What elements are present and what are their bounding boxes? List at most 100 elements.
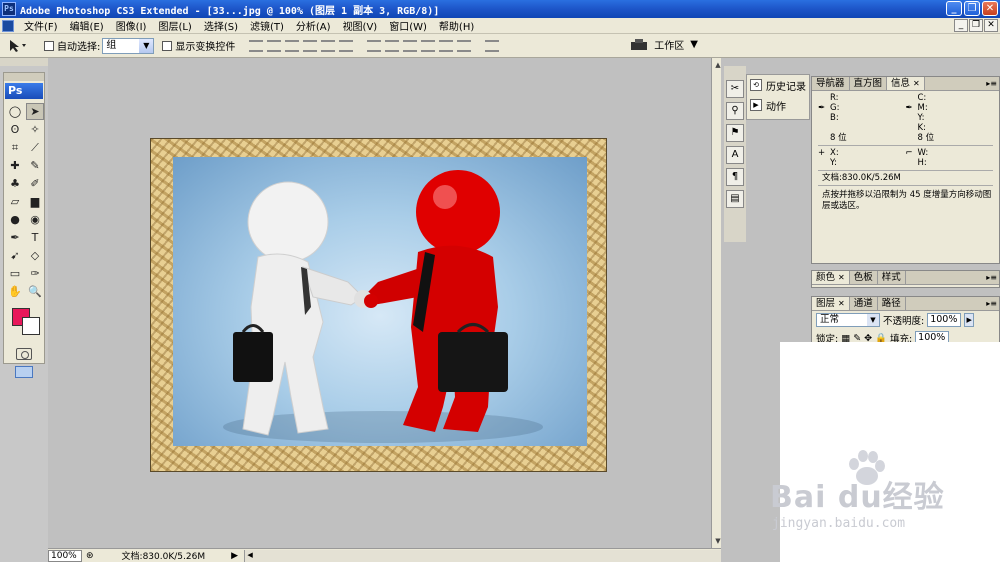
- paragraph-icon[interactable]: ¶: [726, 168, 744, 186]
- blend-mode-dropdown[interactable]: 正常 ▼: [816, 313, 880, 327]
- hand-icon[interactable]: ✋: [6, 283, 24, 300]
- brush-icon[interactable]: ✎: [26, 157, 44, 174]
- wood-frame-image: [150, 138, 607, 472]
- tab-navigator[interactable]: 导航器: [812, 77, 850, 90]
- zoom-level-field[interactable]: 100%: [48, 549, 82, 562]
- panel-menu-icon[interactable]: ▸≡: [986, 297, 997, 310]
- panel-menu-icon[interactable]: ▸≡: [986, 271, 997, 284]
- history-item[interactable]: ⟲ 历史记录: [747, 75, 809, 95]
- align-left-icon[interactable]: [303, 39, 318, 52]
- opacity-input[interactable]: 100%: [927, 313, 962, 327]
- close-icon[interactable]: ✕: [838, 273, 845, 282]
- zoom-icon[interactable]: 🔍: [26, 283, 44, 300]
- menu-filter[interactable]: 滤镜(T): [244, 18, 290, 33]
- history-actions-panel: ⟲ 历史记录 ▶ 动作: [746, 74, 810, 120]
- magic-wand-icon[interactable]: ✧: [26, 121, 44, 138]
- tab-color[interactable]: 颜色 ✕: [812, 271, 850, 284]
- align-top-icon[interactable]: [249, 39, 264, 52]
- align-bottom-icon[interactable]: [285, 39, 300, 52]
- auto-select-checkbox[interactable]: [44, 40, 54, 51]
- blur-icon[interactable]: ◉: [26, 211, 44, 228]
- show-transform-checkbox[interactable]: [162, 40, 173, 51]
- eraser-icon[interactable]: ▱: [6, 193, 24, 210]
- marquee-icon[interactable]: ◯: [6, 103, 24, 120]
- shape-icon[interactable]: ◇: [26, 247, 44, 264]
- healing-icon[interactable]: ✚: [6, 157, 24, 174]
- menu-file[interactable]: 文件(F): [18, 18, 64, 33]
- tab-histogram[interactable]: 直方图: [850, 77, 888, 90]
- menu-layer[interactable]: 图层(L): [152, 18, 197, 33]
- distribute-right-icon[interactable]: [457, 39, 472, 52]
- tool-preset-picker[interactable]: [8, 36, 36, 56]
- workspace-menu[interactable]: 工作区 ▼: [630, 37, 698, 52]
- align-right-icon[interactable]: [339, 39, 354, 52]
- status-info-icon[interactable]: ⊛: [86, 551, 94, 561]
- history-label: 历史记录: [766, 81, 806, 93]
- menu-select[interactable]: 选择(S): [198, 18, 244, 33]
- panel-menu-icon[interactable]: ▸≡: [986, 77, 997, 90]
- menu-edit[interactable]: 编辑(E): [64, 18, 110, 33]
- move-icon[interactable]: ➤: [26, 103, 44, 120]
- menu-view[interactable]: 视图(V): [337, 18, 384, 33]
- doc-minimize-button[interactable]: _: [954, 19, 968, 32]
- distribute-vcenter-icon[interactable]: [385, 39, 400, 52]
- toolbox-header[interactable]: [4, 73, 44, 81]
- tab-swatches[interactable]: 色板: [850, 271, 878, 284]
- doc-close-button[interactable]: ✕: [984, 19, 998, 32]
- crop-icon[interactable]: ⌗: [6, 139, 24, 156]
- document-icon[interactable]: [2, 19, 14, 32]
- canvas-area[interactable]: [48, 58, 721, 548]
- distribute-bottom-icon[interactable]: [403, 39, 418, 52]
- toolbox-dock-strip: [0, 58, 48, 66]
- screen-mode-icon[interactable]: [15, 366, 33, 378]
- clone-source-icon[interactable]: ⚑: [726, 124, 744, 142]
- quick-mask-icon[interactable]: [16, 348, 32, 360]
- distribute-top-icon[interactable]: [367, 39, 382, 52]
- minimize-button[interactable]: _: [946, 1, 962, 16]
- maximize-button[interactable]: ❐: [964, 1, 980, 16]
- stamp-icon[interactable]: ♣: [6, 175, 24, 192]
- doc-restore-button[interactable]: ❐: [969, 19, 983, 32]
- menu-analysis[interactable]: 分析(A): [290, 18, 337, 33]
- auto-align-icon[interactable]: [485, 39, 500, 52]
- tools-preset-icon[interactable]: ✂: [726, 80, 744, 98]
- background-color-swatch[interactable]: [22, 317, 40, 335]
- ps-badge[interactable]: Ps: [5, 83, 43, 99]
- tab-channels[interactable]: 通道: [850, 297, 878, 310]
- tab-styles[interactable]: 样式: [878, 271, 906, 284]
- menu-window[interactable]: 窗口(W): [383, 18, 433, 33]
- slice-icon[interactable]: ⟋: [26, 139, 44, 156]
- distribute-hcenter-icon[interactable]: [439, 39, 454, 52]
- pen-icon[interactable]: ✒: [6, 229, 24, 246]
- handshake-photo: [173, 157, 587, 446]
- tab-info[interactable]: 信息 ✕: [887, 77, 925, 90]
- tab-paths[interactable]: 路径: [878, 297, 906, 310]
- opacity-slider-arrow-icon[interactable]: ▶: [964, 313, 975, 327]
- auto-select-dropdown[interactable]: 组 ▼: [102, 37, 155, 54]
- menu-image[interactable]: 图像(I): [110, 18, 153, 33]
- scroll-left-arrow-icon[interactable]: ◀: [245, 550, 255, 560]
- auto-align-group: [485, 39, 500, 52]
- eyedropper-icon[interactable]: ✑: [26, 265, 44, 282]
- brushes-icon[interactable]: ⚲: [726, 102, 744, 120]
- character-icon[interactable]: A: [726, 146, 744, 164]
- type-icon[interactable]: T: [26, 229, 44, 246]
- close-icon[interactable]: ✕: [838, 299, 845, 308]
- tab-layers[interactable]: 图层 ✕: [812, 297, 850, 310]
- lasso-icon[interactable]: ʘ: [6, 121, 24, 138]
- dodge-icon[interactable]: ●: [6, 211, 24, 228]
- canvas-horizontal-scrollbar[interactable]: ◀: [244, 549, 721, 562]
- close-button[interactable]: ✕: [982, 1, 998, 16]
- status-menu-arrow-icon[interactable]: ▶: [231, 551, 238, 561]
- notes-icon[interactable]: ▭: [6, 265, 24, 282]
- actions-item[interactable]: ▶ 动作: [747, 95, 809, 115]
- align-hcenter-icon[interactable]: [321, 39, 336, 52]
- gradient-icon[interactable]: ▆: [26, 193, 44, 210]
- menu-help[interactable]: 帮助(H): [433, 18, 480, 33]
- align-vcenter-icon[interactable]: [267, 39, 282, 52]
- history-brush-icon[interactable]: ✐: [26, 175, 44, 192]
- layer-comps-icon[interactable]: ▤: [726, 190, 744, 208]
- distribute-left-icon[interactable]: [421, 39, 436, 52]
- close-icon[interactable]: ✕: [913, 79, 920, 88]
- path-select-icon[interactable]: ➹: [6, 247, 24, 264]
